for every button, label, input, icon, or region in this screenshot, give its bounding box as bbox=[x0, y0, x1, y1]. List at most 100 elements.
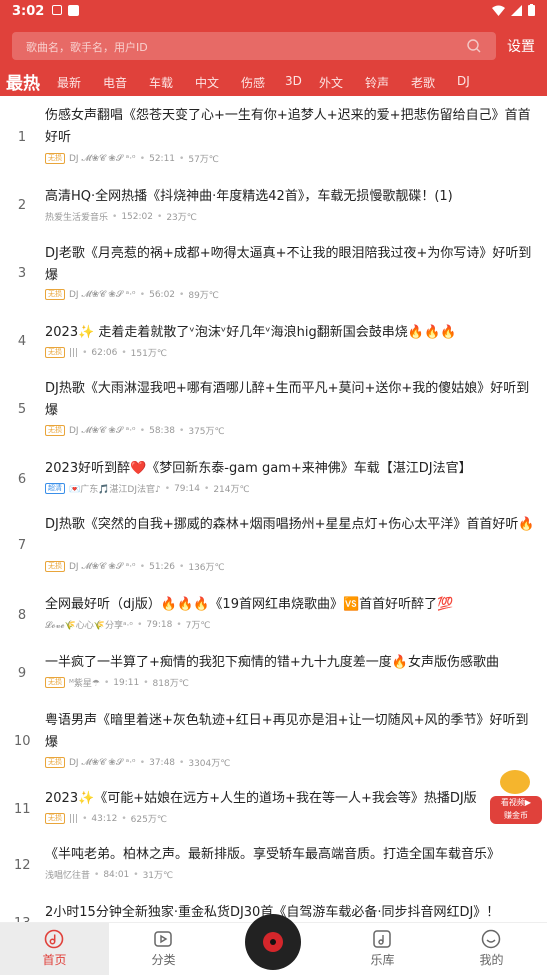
song-title: DJ热歌《大雨淋湿我吧+哪有酒哪儿醉+生而平凡+莫问+送你+我的傻姑娘》好听到爆 bbox=[45, 381, 530, 418]
quality-badge: 超清 bbox=[45, 483, 65, 494]
song-rank: 3 bbox=[17, 266, 27, 281]
song-duration: 52:11 bbox=[149, 153, 176, 164]
tab-chinese[interactable]: 中文 bbox=[195, 74, 219, 91]
song-plays: 31万℃ bbox=[142, 871, 174, 881]
song-row[interactable]: 1 伤感女声翻唱《怨苍天变了心+一生有你+追梦人+迟来的爱+把悲伤留给自己》首首… bbox=[0, 96, 547, 168]
search-bar[interactable]: 歌曲名，歌手名，用户ID bbox=[12, 32, 496, 60]
song-duration: 79:14 bbox=[174, 483, 200, 494]
music-note-circle-icon bbox=[44, 929, 64, 949]
song-plays: 89万℃ bbox=[188, 291, 219, 301]
song-rank: 5 bbox=[17, 402, 27, 417]
song-rank: 7 bbox=[17, 538, 27, 553]
tab-hottest[interactable]: 最热 bbox=[6, 69, 40, 94]
song-uploader: 浅唱忆往昔 bbox=[45, 871, 91, 881]
nav-library-label: 乐库 bbox=[370, 953, 395, 967]
tab-car[interactable]: 车载 bbox=[149, 74, 173, 91]
song-duration: 19:11 bbox=[113, 677, 140, 688]
song-rank: 2 bbox=[17, 198, 27, 213]
song-row[interactable]: 4 2023✨ 走着走着就散了ᵛ泡沫ᵛ好几年ᵛ海浪hig翻新国会鼓串烧🔥🔥🔥 无… bbox=[0, 318, 547, 368]
app-header: 歌曲名，歌手名，用户ID 设置 最热 最新 电音 车载 中文 伤感 3D 外文 … bbox=[0, 24, 547, 96]
song-row[interactable]: 2 高清HQ·全网热播《抖烧神曲·年度精选42首》，车载无损慢歌靓碟！(1) 热… bbox=[0, 178, 547, 228]
song-title: 一半疯了一半算了+痴情的我犯下痴情的错+九十九度差一度🔥女声版伤感歌曲 bbox=[45, 655, 499, 670]
song-title: 高清HQ·全网热播《抖烧神曲·年度精选42首》，车载无损慢歌靓碟！(1) bbox=[45, 189, 453, 204]
smile-face-icon bbox=[481, 929, 501, 949]
song-duration: 152:02 bbox=[121, 211, 153, 222]
promo-label: 看视频▶ 赚金币 bbox=[490, 796, 542, 824]
song-meta: 无损 ||| • 62:06 • 151万℃ bbox=[45, 346, 167, 359]
tab-newest[interactable]: 最新 bbox=[57, 74, 81, 91]
song-row[interactable]: 9 一半疯了一半算了+痴情的我犯下痴情的错+九十九度差一度🔥女声版伤感歌曲 无损… bbox=[0, 650, 547, 700]
song-title: 2023好听到醉❤️《梦回新东泰-gam gam+来神佛》车载【湛江DJ法官】 bbox=[45, 461, 472, 476]
quality-badge: 无损 bbox=[45, 561, 65, 572]
song-uploader: 𝓛𝓸𝓿𝓮🌾心心🌾分享ᵃ·ᵒ bbox=[45, 621, 134, 631]
tab-oldies[interactable]: 老歌 bbox=[411, 74, 435, 91]
song-meta: 无损 DJ 𝓜❀𝓒 ❀𝓢 ᵃ·ᵒ • 56:02 • 89万℃ bbox=[45, 288, 219, 301]
tab-dj[interactable]: DJ bbox=[457, 74, 470, 88]
song-uploader: 💌广东🎵湛江DJ法官♪ bbox=[69, 485, 161, 495]
song-plays: 214万℃ bbox=[213, 485, 250, 495]
nav-mine[interactable]: 我的 bbox=[437, 923, 546, 975]
song-rank: 6 bbox=[17, 472, 27, 487]
song-row[interactable]: 8 全网最好听（dj版）🔥🔥🔥《19首网红串烧歌曲》🆚首首好听醉了💯 𝓛𝓸𝓿𝓮🌾… bbox=[0, 590, 547, 640]
song-uploader: DJ 𝓜❀𝓒 ❀𝓢 ᵃ·ᵒ bbox=[69, 561, 136, 572]
tab-3d[interactable]: 3D bbox=[285, 74, 302, 88]
video-play-icon bbox=[154, 931, 172, 947]
tab-sad[interactable]: 伤感 bbox=[241, 74, 265, 91]
search-icon[interactable] bbox=[466, 38, 482, 54]
song-row[interactable]: 7 DJ热歌《突然的自我+挪威的森林+烟雨唱扬州+星星点灯+伤心太平洋》首首好听… bbox=[0, 510, 547, 582]
tab-foreign[interactable]: 外文 bbox=[319, 74, 343, 91]
nav-home[interactable]: 首页 bbox=[0, 923, 109, 975]
song-rank: 8 bbox=[17, 608, 27, 623]
song-meta: 浅唱忆往昔 • 84:01 • 31万℃ bbox=[45, 869, 174, 882]
song-title: 伤感女声翻唱《怨苍天变了心+一生有你+追梦人+迟来的爱+把悲伤留给自己》首首好听 bbox=[45, 108, 531, 145]
song-row[interactable]: 3 DJ老歌《月亮惹的祸+成都+吻得太逼真+不让我的眼泪陪我过夜+为你写诗》好听… bbox=[0, 236, 547, 308]
song-row[interactable]: 5 DJ热歌《大雨淋湿我吧+哪有酒哪儿醉+生而平凡+莫问+送你+我的傻姑娘》好听… bbox=[0, 374, 547, 446]
player-disc-button[interactable] bbox=[245, 914, 301, 970]
quality-badge: 无损 bbox=[45, 757, 65, 768]
song-duration: 79:18 bbox=[146, 619, 173, 630]
song-row[interactable]: 6 2023好听到醉❤️《梦回新东泰-gam gam+来神佛》车载【湛江DJ法官… bbox=[0, 456, 547, 506]
tab-electronic[interactable]: 电音 bbox=[103, 74, 127, 91]
quality-badge: 无损 bbox=[45, 153, 65, 164]
song-title: 全网最好听（dj版）🔥🔥🔥《19首网红串烧歌曲》🆚首首好听醉了💯 bbox=[45, 597, 454, 612]
song-uploader: DJ 𝓜❀𝓒 ❀𝓢 ᵃ·ᵒ bbox=[69, 153, 136, 164]
song-uploader: ||| bbox=[69, 813, 79, 824]
wifi-icon bbox=[492, 5, 505, 16]
coin-icon bbox=[500, 770, 530, 794]
song-row[interactable]: 10 粤语男声《暗里着迷+灰色轨迹+红日+再见亦是泪+让一切随风+风的季节》好听… bbox=[0, 706, 547, 778]
song-plays: 3304万℃ bbox=[188, 759, 231, 769]
song-duration: 43:12 bbox=[91, 813, 118, 824]
song-plays: 57万℃ bbox=[188, 155, 219, 165]
song-plays: 23万℃ bbox=[166, 213, 197, 223]
settings-button[interactable]: 设置 bbox=[507, 36, 535, 56]
song-meta: 𝓛𝓸𝓿𝓮🌾心心🌾分享ᵃ·ᵒ • 79:18 • 7万℃ bbox=[45, 619, 211, 632]
song-rank: 10 bbox=[14, 734, 31, 749]
song-meta: 超清 💌广东🎵湛江DJ法官♪ • 79:14 • 214万℃ bbox=[45, 482, 250, 495]
song-row[interactable]: 12 《半吨老弟。柏林之声。最新排版。享受轿车最高端音质。打造全国车载音乐》 浅… bbox=[0, 842, 547, 892]
song-rank: 12 bbox=[14, 858, 31, 873]
song-meta: 无损 DJ 𝓜❀𝓒 ❀𝓢 ᵃ·ᵒ • 52:11 • 57万℃ bbox=[45, 152, 219, 165]
song-meta: 无损 ||| • 43:12 • 625万℃ bbox=[45, 812, 167, 825]
signal-icon bbox=[511, 4, 522, 16]
nav-category[interactable]: 分类 bbox=[109, 923, 218, 975]
song-rank: 11 bbox=[14, 802, 31, 817]
song-uploader: DJ 𝓜❀𝓒 ❀𝓢 ᵃ·ᵒ bbox=[69, 289, 136, 300]
song-title: DJ老歌《月亮惹的祸+成都+吻得太逼真+不让我的眼泪陪我过夜+为你写诗》好听到爆 bbox=[45, 246, 532, 283]
song-row[interactable]: 11 2023✨《可能+姑娘在远方+人生的道场+我在等一人+我会等》热播DJ版 … bbox=[0, 786, 547, 836]
battery-icon bbox=[528, 4, 535, 16]
song-title: 2小时15分钟全新独家·重金私货DJ30首《自驾游车载必备·同步抖音网红DJ》！ bbox=[45, 905, 500, 920]
tab-ringtone[interactable]: 铃声 bbox=[365, 74, 389, 91]
nav-library[interactable]: 乐库 bbox=[328, 923, 437, 975]
quality-badge: 无损 bbox=[45, 677, 65, 688]
song-uploader: DJ 𝓜❀𝓒 ❀𝓢 ᵃ·ᵒ bbox=[69, 425, 136, 436]
promo-float-button[interactable]: 看视频▶ 赚金币 bbox=[490, 770, 542, 826]
quality-badge: 无损 bbox=[45, 289, 65, 300]
song-uploader: ||| bbox=[69, 347, 79, 358]
song-plays: 151万℃ bbox=[130, 349, 167, 359]
song-title: DJ热歌《突然的自我+挪威的森林+烟雨唱扬州+星星点灯+伤心太平洋》首首好听🔥 bbox=[45, 517, 535, 532]
search-input[interactable]: 歌曲名，歌手名，用户ID bbox=[26, 39, 148, 55]
status-time: 3:02 bbox=[12, 4, 45, 19]
notification-square-icon bbox=[68, 5, 79, 16]
category-tabs: 最热 最新 电音 车载 中文 伤感 3D 外文 铃声 老歌 DJ bbox=[0, 68, 547, 96]
song-rank: 4 bbox=[17, 334, 27, 349]
